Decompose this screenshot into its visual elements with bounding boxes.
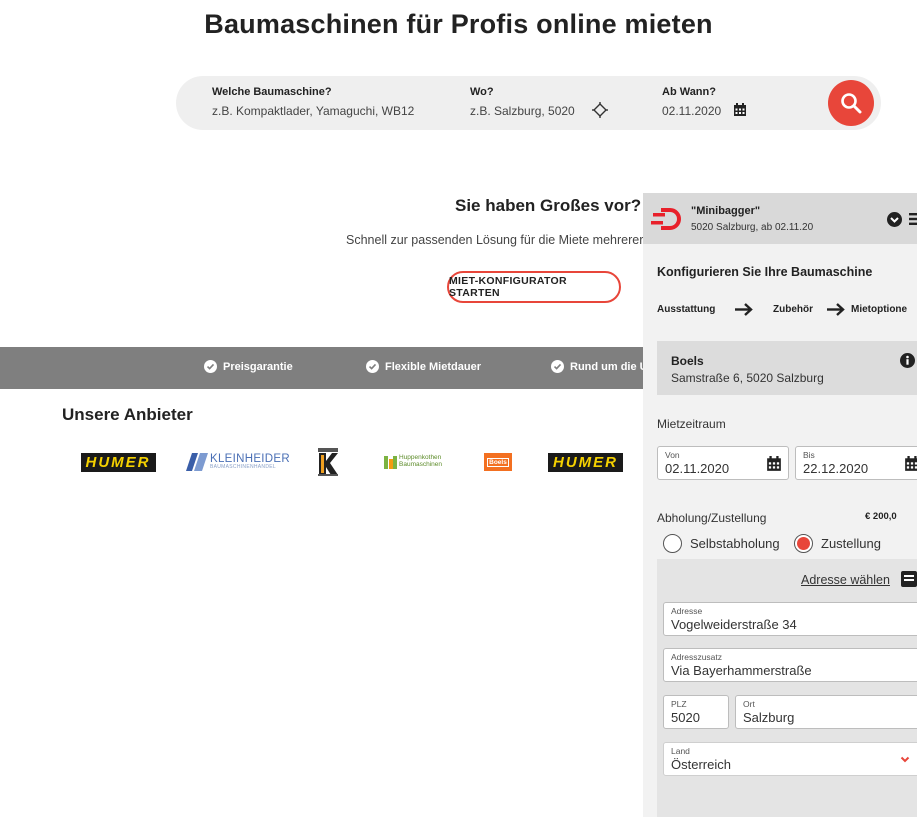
calendar-icon — [905, 456, 917, 471]
arrow-right-icon — [735, 303, 753, 316]
delivery-price: € 200,0 — [865, 511, 897, 522]
check-icon — [204, 360, 217, 373]
machine-input[interactable]: z.B. Kompaktlader, Yamaguchi, WB12 — [212, 104, 414, 118]
location-input[interactable]: z.B. Salzburg, 5020 — [470, 104, 575, 118]
zip-field[interactable]: PLZ 5020 — [663, 695, 729, 729]
radio-pickup[interactable] — [663, 534, 682, 553]
check-icon — [366, 360, 379, 373]
date-to-field[interactable]: Bis 22.12.2020 — [795, 446, 917, 480]
kleinheider-mark-icon — [186, 453, 208, 471]
date-input[interactable]: 02.11.2020 — [662, 104, 721, 118]
huppenkothen-logo[interactable]: Huppenkothen Baumaschinen — [384, 449, 456, 475]
kk-logo[interactable] — [316, 446, 340, 478]
address-addition-field[interactable]: Adresszusatz Via Bayerhammerstraße — [663, 648, 917, 682]
search-button[interactable] — [828, 80, 874, 126]
menu-icon[interactable] — [909, 213, 917, 225]
panel-header: "Minibagger" 5020 Salzburg, ab 02.11.20 — [643, 193, 917, 244]
promo-subtitle: Schnell zur passenden Lösung für die Mie… — [346, 233, 663, 247]
machine-label: Welche Baumaschine? — [212, 86, 332, 98]
boels-logo[interactable]: Boels — [483, 449, 513, 475]
chevron-down-icon — [900, 756, 910, 763]
humer-logo-2[interactable]: HUMER — [548, 449, 643, 475]
calendar-icon — [767, 456, 781, 471]
benefit-label: Preisgarantie — [223, 360, 293, 373]
config-title: Konfigurieren Sie Ihre Baumaschine — [657, 265, 873, 279]
address-section: Adresse wählen Adresse Vogelweiderstraße… — [657, 559, 917, 817]
crosshair-icon[interactable] — [592, 102, 608, 118]
search-icon — [841, 93, 862, 114]
date-label: Ab Wann? — [662, 86, 716, 98]
city-field[interactable]: Ort Salzburg — [735, 695, 917, 729]
info-icon[interactable] — [900, 353, 915, 368]
step-equipment[interactable]: Ausstattung — [657, 304, 715, 315]
vendor-name: Boels — [671, 354, 704, 368]
radio-delivery[interactable] — [794, 534, 813, 553]
brand-logo-icon — [651, 208, 681, 230]
benefit-flexible-duration: Flexible Mietdauer — [366, 360, 481, 373]
address-field[interactable]: Adresse Vogelweiderstraße 34 — [663, 602, 917, 636]
search-bar: Welche Baumaschine? z.B. Kompaktlader, Y… — [176, 76, 881, 130]
humer-logo[interactable]: HUMER — [62, 449, 174, 475]
step-accessories[interactable]: Zubehör — [773, 304, 813, 315]
benefit-label: Flexible Mietdauer — [385, 360, 481, 373]
configurator-panel: "Minibagger" 5020 Salzburg, ab 02.11.20 … — [643, 193, 917, 817]
panel-search-term: "Minibagger" — [691, 205, 761, 217]
kleinheider-logo[interactable]: KLEINHEIDER BAUMASCHINENHANDEL — [186, 449, 294, 475]
arrow-right-icon — [827, 303, 845, 316]
page-title: Baumaschinen für Profis online mieten — [204, 9, 713, 39]
suppliers-title: Unsere Anbieter — [62, 405, 193, 424]
address-book-icon[interactable] — [901, 571, 917, 587]
vendor-box: Boels Samstraße 6, 5020 Salzburg — [657, 341, 917, 395]
date-from-field[interactable]: Von 02.11.2020 — [657, 446, 789, 480]
choose-address-link[interactable]: Adresse wählen — [801, 573, 890, 587]
country-select[interactable]: Land Österreich — [663, 742, 917, 776]
panel-search-summary: 5020 Salzburg, ab 02.11.20 — [691, 222, 814, 233]
step-rental-options[interactable]: Mietoptione — [851, 304, 907, 315]
delivery-label: Abholung/Zustellung — [657, 511, 767, 525]
promo-title: Sie haben Großes vor? — [455, 196, 642, 215]
chevron-down-circle-icon[interactable] — [887, 212, 902, 227]
option-delivery[interactable]: Zustellung — [794, 534, 881, 553]
calendar-icon[interactable] — [733, 103, 747, 117]
period-label: Mietzeitraum — [657, 417, 726, 431]
location-label: Wo? — [470, 86, 494, 98]
benefit-price-guarantee: Preisgarantie — [204, 360, 293, 373]
vendor-address: Samstraße 6, 5020 Salzburg — [671, 371, 824, 385]
check-icon — [551, 360, 564, 373]
option-pickup[interactable]: Selbstabholung — [663, 534, 780, 553]
start-configurator-button[interactable]: MIET-KONFIGURATOR STARTEN — [447, 271, 621, 303]
